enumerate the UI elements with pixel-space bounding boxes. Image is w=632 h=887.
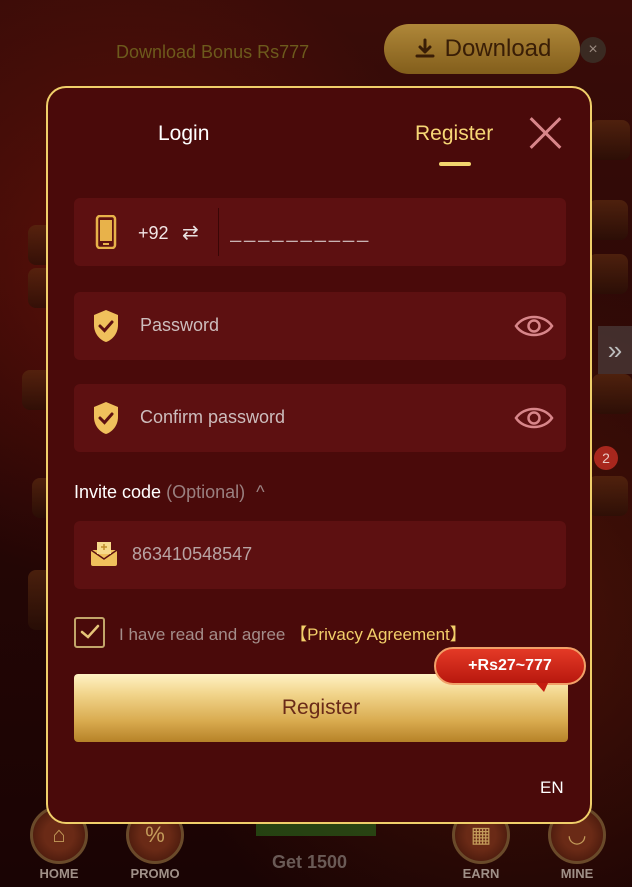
invite-code-value: 863410548547 [132,544,253,564]
tab-login[interactable]: Login [158,122,209,146]
nav-label: MINE [560,866,594,881]
invite-code-label[interactable]: Invite code (Optional) ^ [74,482,265,503]
phone-field: +92 ⇄ [74,198,566,266]
agreement-label: I have read and agree [119,624,286,644]
download-button[interactable]: Download [384,24,580,74]
country-code[interactable]: +92 [138,223,169,244]
language-selector[interactable]: EN [540,778,564,798]
swap-icon[interactable]: ⇄ [182,220,199,245]
confirm-password-field[interactable]: Confirm password [74,384,566,452]
phone-input[interactable] [230,214,550,250]
nav-label: EARN [462,866,500,881]
agreement-text: I have read and agree 【Privacy Agreement… [119,620,467,645]
password-placeholder: Password [140,315,220,335]
notification-badge: 2 [594,446,618,470]
phone-icon [95,215,117,249]
check-icon [80,624,99,639]
field-divider [218,208,219,256]
game-tile [590,120,630,160]
shield-icon [94,310,118,342]
chevron-up-icon[interactable]: ^ [256,482,264,502]
download-label: Download [444,35,552,62]
privacy-agreement-link[interactable]: 【Privacy Agreement】 [290,625,467,644]
game-tile [592,374,632,414]
agreement-row: I have read and agree 【Privacy Agreement… [74,616,467,648]
shield-icon [94,402,118,434]
game-tile [588,200,628,240]
agreement-checkbox[interactable] [74,616,105,648]
invite-optional-text: (Optional) [166,482,246,502]
nav-label: HOME [39,866,79,881]
eye-icon[interactable] [514,310,554,342]
eye-icon[interactable] [514,402,554,434]
top-bar: Download Bonus Rs777 Download × [0,0,632,82]
game-tile [588,254,628,294]
invite-code-field[interactable]: 863410548547 [74,521,566,589]
register-modal: Login Register +92 ⇄ Password Confir [46,86,592,824]
invite-label-text: Invite code [74,482,162,502]
scroll-right-icon[interactable]: » [598,326,632,374]
nav-label: PROMO [130,866,180,881]
password-field[interactable]: Password [74,292,566,360]
active-tab-indicator [439,162,471,166]
reward-tag: +Rs27~777 [434,647,586,692]
game-tile [588,476,628,516]
download-bonus-text: Download Bonus Rs777 [116,42,310,62]
envelope-icon [90,542,118,566]
close-icon[interactable] [528,116,562,150]
close-download-icon[interactable]: × [580,37,606,63]
download-icon [415,38,435,58]
confirm-password-placeholder: Confirm password [140,407,286,427]
tab-register[interactable]: Register [415,122,493,146]
